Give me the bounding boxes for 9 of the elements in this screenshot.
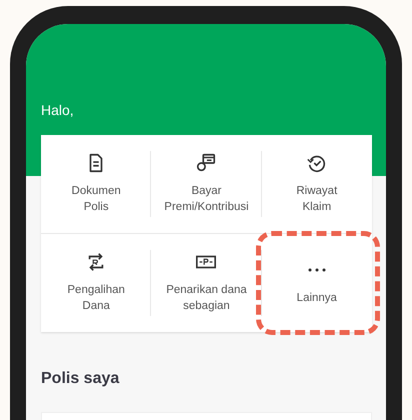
menu-item[interactable]: Pengalihan Dana	[44, 251, 148, 315]
menu-item[interactable]: Penarikan dana sebagian	[154, 251, 258, 315]
menu-item[interactable]: Riwayat Klaim	[264, 152, 369, 216]
greeting: Halo,	[41, 102, 74, 118]
menu-item[interactable]: Dokumen Polis	[44, 152, 148, 216]
menu-item[interactable]: Lainnya	[264, 259, 369, 307]
more-icon	[308, 268, 326, 272]
menu-item[interactable]: Bayar Premi/Kontribusi	[154, 152, 258, 216]
section-title: Polis saya	[41, 370, 120, 388]
